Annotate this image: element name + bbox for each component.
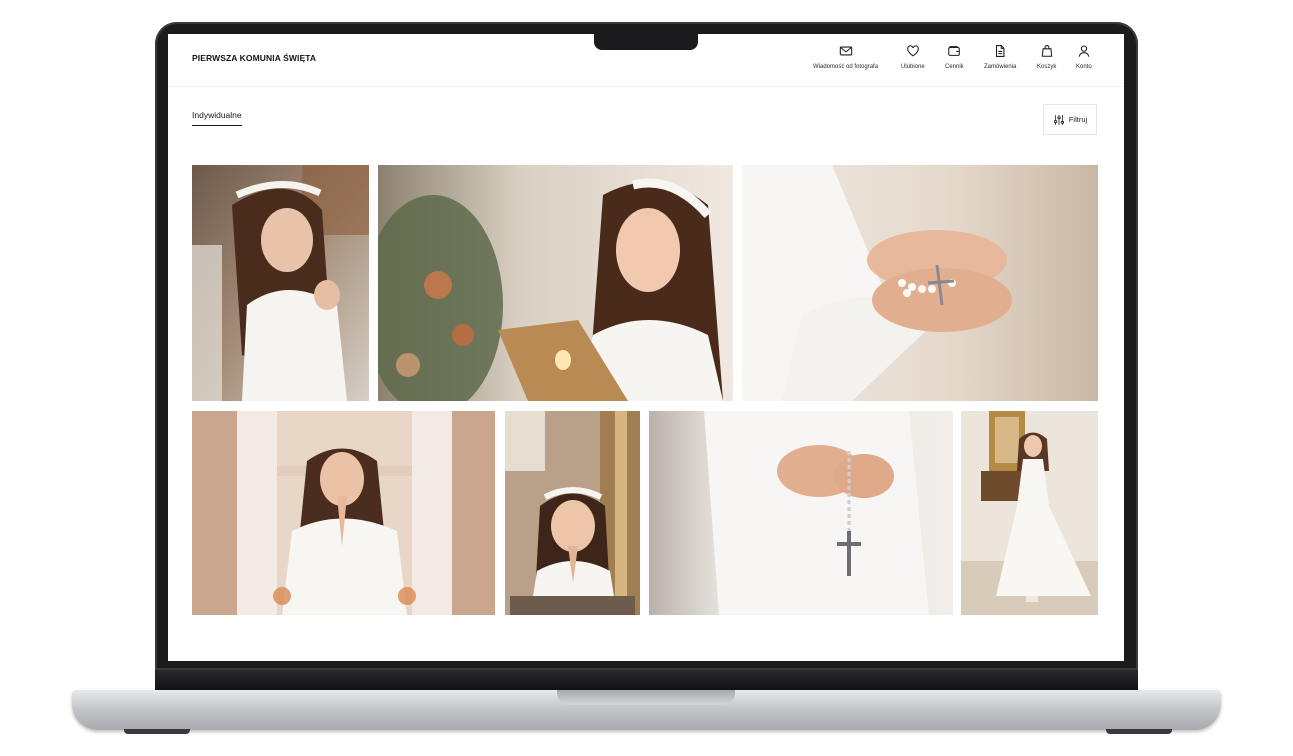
nav-orders[interactable]: Zamówienia	[984, 44, 1016, 76]
nav-account[interactable]: Konto	[1076, 44, 1092, 76]
filter-button[interactable]: Filtruj	[1043, 104, 1097, 135]
nav-price-list[interactable]: Cennik	[945, 44, 964, 76]
envelope-icon	[839, 46, 852, 56]
wallet-icon	[948, 46, 961, 56]
photo-girl-eyes-closed	[505, 411, 640, 615]
nav-label: Konto	[1076, 64, 1092, 70]
gallery-photo[interactable]	[505, 411, 640, 615]
laptop-foot	[124, 729, 190, 734]
camera-notch	[594, 34, 698, 50]
nav-favorites[interactable]: Ulubione	[901, 44, 925, 76]
photo-girl-full-length	[961, 411, 1098, 615]
photo-girl-praying-rosary	[192, 165, 369, 401]
laptop-screen: PIERWSZA KOMUNIA ŚWIĘTA Wiadomość od fot…	[168, 34, 1124, 661]
tab-individual[interactable]: Indywidualne	[192, 110, 242, 126]
gallery-photo[interactable]	[378, 165, 733, 401]
user-icon	[1078, 45, 1090, 57]
gallery-photo[interactable]	[649, 411, 953, 615]
nav-label: Wiadomość od fotografa	[813, 64, 879, 70]
laptop-opening-groove	[557, 690, 735, 705]
photo-hands-rosary	[742, 165, 1098, 401]
gallery-photo[interactable]	[192, 411, 495, 615]
gallery-photo[interactable]	[961, 411, 1098, 615]
shopping-bag-icon	[1041, 45, 1052, 57]
gallery-photo[interactable]	[192, 165, 369, 401]
sliders-icon	[1053, 114, 1064, 125]
nav-label: Cennik	[945, 64, 964, 70]
laptop-foot	[1106, 729, 1172, 734]
nav-label: Ulubione	[901, 64, 925, 70]
photo-girl-looking-up	[378, 165, 733, 401]
photo-girl-praying-hands	[192, 411, 495, 615]
heart-icon	[907, 45, 919, 57]
laptop-hinge	[155, 670, 1138, 690]
nav-label: Koszyk	[1037, 64, 1057, 70]
site-title[interactable]: PIERWSZA KOMUNIA ŚWIĘTA	[192, 53, 316, 63]
filter-label: Filtruj	[1068, 115, 1088, 124]
nav-cart[interactable]: Koszyk	[1037, 44, 1056, 76]
nav-label: Zamówienia	[984, 64, 1017, 70]
photo-hands-crucifix	[649, 411, 953, 615]
gallery-photo[interactable]	[742, 165, 1098, 401]
document-icon	[996, 45, 1005, 57]
nav-message-from-photographer[interactable]: Wiadomość od fotografa	[813, 44, 878, 76]
